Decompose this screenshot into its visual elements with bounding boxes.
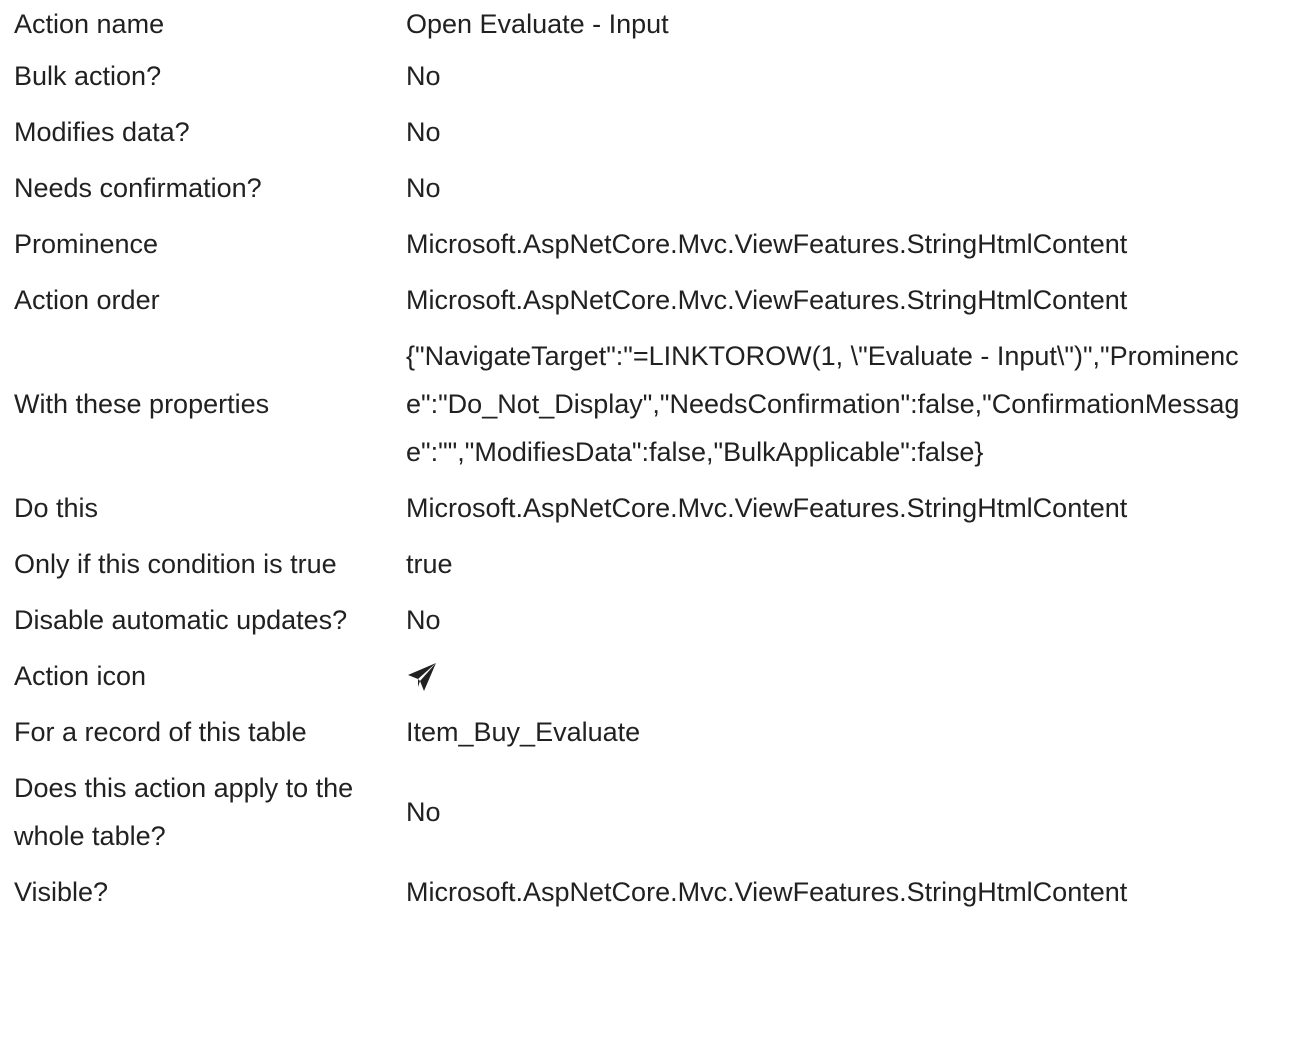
row-prominence: Prominence Microsoft.AspNetCore.Mvc.View… bbox=[14, 216, 1291, 272]
row-condition: Only if this condition is true true bbox=[14, 536, 1291, 592]
property-label: Disable automatic updates? bbox=[14, 605, 348, 635]
property-value: No bbox=[406, 117, 441, 147]
property-label: Prominence bbox=[14, 229, 159, 259]
property-value: No bbox=[406, 61, 441, 91]
row-action-order: Action order Microsoft.AspNetCore.Mvc.Vi… bbox=[14, 272, 1291, 328]
property-value bbox=[406, 648, 1291, 704]
property-label: Action icon bbox=[14, 661, 147, 691]
property-label: Modifies data? bbox=[14, 117, 190, 147]
property-value: Microsoft.AspNetCore.Mvc.ViewFeatures.St… bbox=[406, 285, 1128, 315]
property-value: Microsoft.AspNetCore.Mvc.ViewFeatures.St… bbox=[406, 877, 1128, 907]
property-label: Only if this condition is true bbox=[14, 549, 337, 579]
property-label: Needs confirmation? bbox=[14, 173, 262, 203]
row-disable-automatic-updates: Disable automatic updates? No bbox=[14, 592, 1291, 648]
property-label: Action name bbox=[14, 9, 165, 39]
property-value: Open Evaluate - Input bbox=[406, 9, 669, 39]
property-label: For a record of this table bbox=[14, 717, 307, 747]
property-label: Visible? bbox=[14, 877, 109, 907]
action-properties-table: Action name Open Evaluate - Input Bulk a… bbox=[14, 0, 1291, 920]
row-modifies-data: Modifies data? No bbox=[14, 104, 1291, 160]
property-label: Does this action apply to the whole tabl… bbox=[14, 773, 354, 851]
property-value: {"NavigateTarget":"=LINKTOROW(1, \"Evalu… bbox=[406, 341, 1240, 467]
property-value: Microsoft.AspNetCore.Mvc.ViewFeatures.St… bbox=[406, 229, 1128, 259]
property-label: With these properties bbox=[14, 389, 270, 419]
property-value: true bbox=[406, 549, 453, 579]
row-bulk-action: Bulk action? No bbox=[14, 48, 1291, 104]
row-needs-confirmation: Needs confirmation? No bbox=[14, 160, 1291, 216]
property-value: No bbox=[406, 173, 441, 203]
row-action-name: Action name Open Evaluate - Input bbox=[14, 0, 1291, 48]
property-label: Bulk action? bbox=[14, 61, 162, 91]
row-whole-table: Does this action apply to the whole tabl… bbox=[14, 760, 1291, 864]
property-label: Action order bbox=[14, 285, 160, 315]
row-action-icon: Action icon bbox=[14, 648, 1291, 704]
row-do-this: Do this Microsoft.AspNetCore.Mvc.ViewFea… bbox=[14, 480, 1291, 536]
property-value: Item_Buy_Evaluate bbox=[406, 717, 641, 747]
row-visible: Visible? Microsoft.AspNetCore.Mvc.ViewFe… bbox=[14, 864, 1291, 920]
paper-plane-icon bbox=[406, 661, 1291, 693]
property-value: Microsoft.AspNetCore.Mvc.ViewFeatures.St… bbox=[406, 493, 1128, 523]
property-label: Do this bbox=[14, 493, 99, 523]
property-value: No bbox=[406, 605, 441, 635]
row-with-these-properties: With these properties {"NavigateTarget":… bbox=[14, 328, 1291, 480]
property-value: No bbox=[406, 797, 441, 827]
row-record-table: For a record of this table Item_Buy_Eval… bbox=[14, 704, 1291, 760]
